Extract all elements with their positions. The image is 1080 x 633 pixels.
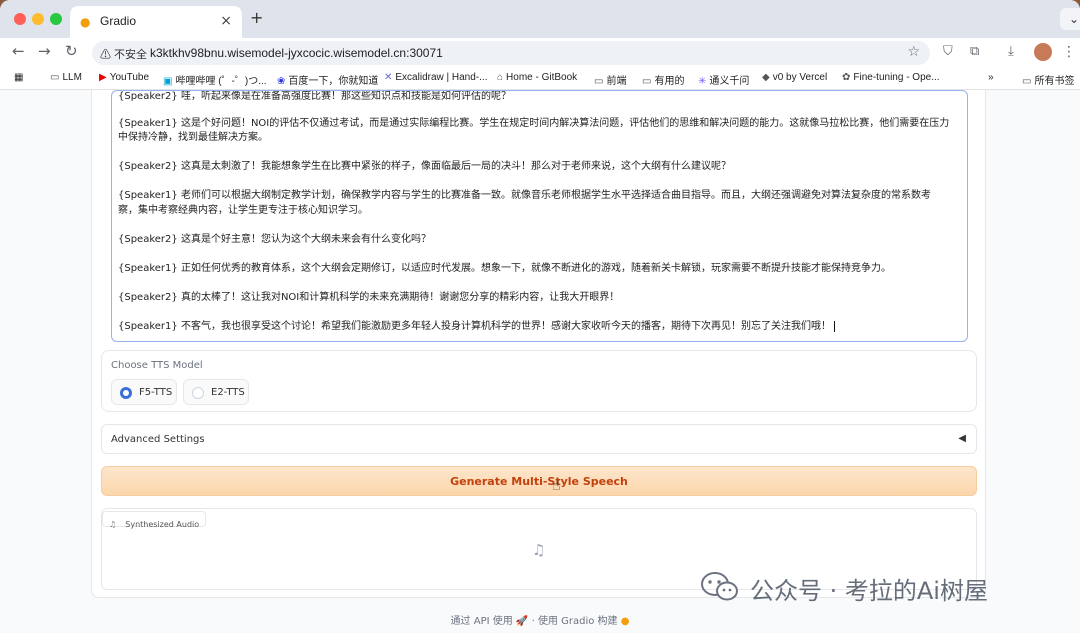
footer-separator: ·: [531, 616, 535, 627]
advanced-settings-accordion[interactable]: Advanced Settings ◀: [101, 424, 977, 454]
radio-e2-label: E2-TTS: [211, 387, 245, 398]
tab-gradio[interactable]: ● Gradio ×: [70, 6, 242, 38]
advanced-settings-label: Advanced Settings: [111, 434, 205, 445]
folder-icon: ▭: [50, 72, 60, 83]
radio-f5-tts[interactable]: F5-TTS: [111, 379, 177, 405]
audio-label: Synthesized Audio: [125, 520, 200, 529]
radio-f5-label: F5-TTS: [139, 387, 173, 398]
maximize-window-button[interactable]: [50, 13, 62, 25]
tab-close-icon[interactable]: ×: [220, 13, 232, 29]
tongyi-icon: ✳: [698, 76, 707, 87]
radio-unselected-icon: [192, 387, 204, 399]
openai-icon: ✿: [842, 72, 851, 83]
address-bar[interactable]: ⚠ 不安全 k3ktkhv98bnu.wisemodel-jyxcocic.wi…: [92, 41, 930, 65]
baidu-icon: ❀: [277, 76, 286, 87]
built-with-gradio-link[interactable]: 使用 Gradio 构建: [538, 616, 618, 627]
script-line: {Speaker1} 正如任何优秀的教育体系，这个大纲会定期修订，以适应时代发展…: [118, 263, 891, 274]
close-window-button[interactable]: [14, 13, 26, 25]
bookmark-tongyi[interactable]: ✳ 通义千问: [698, 72, 749, 87]
bookmark-star-icon[interactable]: ☆: [907, 44, 920, 60]
folder-icon: ▭: [1022, 76, 1032, 87]
youtube-icon: ▶: [99, 72, 107, 83]
shield-extension-icon[interactable]: ⛉: [943, 44, 953, 59]
page-footer: 通过 API 使用 🚀 · 使用 Gradio 构建 ●: [0, 612, 1080, 627]
v0-icon: ◆: [762, 72, 770, 83]
excalidraw-icon: ✕: [384, 72, 393, 83]
bookmark-useful[interactable]: ▭ 有用的: [642, 72, 684, 87]
music-note-icon: ♫: [532, 541, 546, 559]
apps-grid-icon[interactable]: ▦: [14, 72, 23, 83]
bookmark-openai[interactable]: ✿ Fine-tuning - Ope...: [842, 72, 940, 83]
tts-model-label: Choose TTS Model: [111, 360, 203, 371]
wechat-logo-icon: [701, 572, 738, 601]
tab-search-button[interactable]: ⌄: [1060, 8, 1080, 30]
script-line: {Speaker1} 老师们可以根据大纲制定教学计划，确保教学内容与学生的比赛准…: [118, 190, 931, 201]
gradio-logo-icon: ●: [620, 616, 630, 627]
url-text[interactable]: k3ktkhv98bnu.wisemodel-jyxcocic.wisemode…: [150, 46, 443, 60]
generate-speech-button[interactable]: Generate Multi-Style Speech: [101, 466, 977, 496]
bookmark-llm[interactable]: ▭ LLM: [50, 72, 82, 83]
script-line: {Speaker2} 哇，听起来像是在准备高强度比赛！那这些知识点和技能是如何评…: [118, 91, 511, 102]
bookmark-frontend[interactable]: ▭ 前端: [594, 72, 626, 87]
reload-icon[interactable]: ↻: [65, 42, 78, 60]
minimize-window-button[interactable]: [32, 13, 44, 25]
bookmark-gitbook[interactable]: ⌂ Home - GitBook: [497, 72, 577, 83]
audio-label-tag: ♫ Synthesized Audio: [102, 511, 207, 529]
script-line: 中保持冷静，找到最佳解决方案。: [118, 132, 268, 143]
security-warning[interactable]: ⚠ 不安全: [100, 46, 147, 62]
text-caret: [833, 320, 835, 332]
bookmark-baidu[interactable]: ❀ 百度一下，你就知道: [277, 72, 378, 87]
script-line: {Speaker2} 这真是个好主意！您认为这个大纲未来会有什么变化吗？: [118, 234, 431, 245]
rocket-icon: 🚀: [515, 616, 529, 627]
bookmark-youtube[interactable]: ▶ YouTube: [99, 72, 149, 83]
bookmarks-bar: ▦ ▭ LLM ▶ YouTube ▣ 哔哩哔哩 (゜-゜)つ... ❀ 百度一下，你就…: [0, 66, 1080, 90]
bookmark-bilibili[interactable]: ▣ 哔哩哔哩 (゜-゜)つ...: [163, 72, 267, 87]
script-line: {Speaker1} 这是个好问题！NOI的评估不仅通过考试，而是通过实际编程比…: [118, 118, 950, 129]
hand-cursor-icon: ☝: [552, 478, 561, 494]
folder-icon: ▭: [594, 76, 604, 87]
new-tab-button[interactable]: +: [250, 8, 263, 27]
browser-window: ● Gradio × + ⌄ ← → ↻ ⚠ 不安全 k3ktkhv98bnu.…: [0, 0, 1080, 633]
gradio-page: {Speaker2} 哇，听起来像是在准备高强度比赛！那这些知识点和技能是如何评…: [0, 90, 1080, 633]
tab-title: Gradio: [100, 14, 137, 28]
watermark-text: 公众号 · 考拉的Ai树屋: [750, 577, 988, 605]
collapse-arrow-icon: ◀: [958, 433, 966, 444]
bookmarks-overflow-button[interactable]: »: [988, 72, 994, 83]
extensions-icon[interactable]: ⧉: [970, 44, 979, 59]
all-bookmarks[interactable]: ▭ 所有书签: [1022, 72, 1074, 87]
bookmark-excalidraw[interactable]: ✕ Excalidraw | Hand-...: [384, 72, 487, 83]
profile-avatar[interactable]: [1034, 43, 1052, 61]
script-line: {Speaker2} 真的太棒了！这让我对NOI和计算机科学的未来充满期待！谢谢…: [118, 292, 620, 303]
gradio-favicon-icon: ●: [80, 15, 91, 29]
browser-toolbar: ← → ↻ ⚠ 不安全 k3ktkhv98bnu.wisemodel-jyxco…: [0, 38, 1080, 66]
back-icon[interactable]: ←: [12, 42, 25, 60]
gitbook-icon: ⌂: [497, 72, 504, 83]
bookmark-v0[interactable]: ◆ v0 by Vercel: [762, 72, 827, 83]
use-via-api-link[interactable]: 通过 API 使用: [451, 616, 513, 627]
download-icon[interactable]: ⤓: [1008, 44, 1014, 59]
folder-icon: ▭: [642, 76, 652, 87]
bilibili-icon: ▣: [163, 76, 173, 87]
radio-selected-icon: [120, 387, 132, 399]
forward-icon[interactable]: →: [38, 42, 51, 60]
script-line: 察，集中考察经典内容，让学生更专注于核心知识学习。: [118, 205, 368, 216]
radio-e2-tts[interactable]: E2-TTS: [183, 379, 249, 405]
script-line-last: {Speaker1} 不客气，我也很享受这个讨论！希望我们能激励更多年轻人投身计…: [118, 320, 835, 334]
tab-strip: ● Gradio × + ⌄: [0, 0, 1080, 38]
tts-model-group: Choose TTS Model F5-TTS E2-TTS: [101, 350, 977, 412]
menu-kebab-icon[interactable]: ⋮: [1062, 44, 1076, 60]
script-line: {Speaker2} 这真是太刺激了！我能想象学生在比赛中紧张的样子，像面临最后…: [118, 161, 731, 172]
script-textarea[interactable]: {Speaker2} 哇，听起来像是在准备高强度比赛！那这些知识点和技能是如何评…: [111, 90, 968, 342]
music-icon: ♫: [109, 520, 117, 529]
